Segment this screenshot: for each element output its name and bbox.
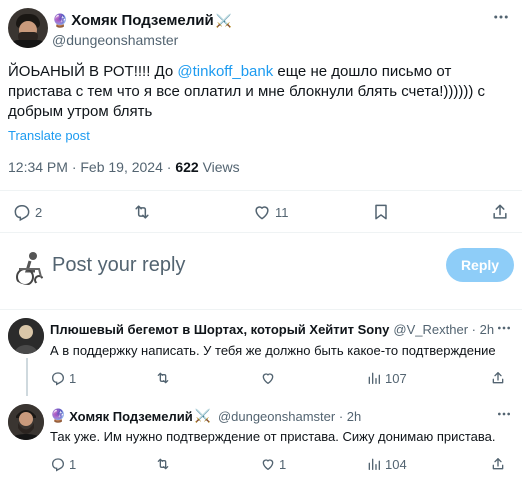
comment-like-button[interactable]: 1 (260, 456, 286, 472)
crystal-ball-emoji: 🔮 (50, 408, 67, 423)
crossed-swords-emoji: ⚔️ (215, 12, 232, 28)
my-avatar (8, 246, 48, 286)
bookmark-button[interactable] (371, 202, 391, 222)
comment-share-button[interactable] (490, 456, 506, 472)
share-icon (493, 204, 507, 219)
reply-count: 2 (35, 204, 43, 220)
share-icon (492, 372, 504, 384)
comment-views-button[interactable]: 104 (366, 456, 407, 472)
comment-reply-button[interactable]: 1 (50, 456, 76, 472)
comment-repost-button[interactable] (155, 456, 171, 472)
comment-author-row[interactable]: 🔮 Хомяк Подземелий ⚔️ @dungeonshamster ·… (50, 408, 361, 424)
comment-author-handle[interactable]: @V_Rexther · 2h (393, 322, 494, 337)
author-name-row[interactable]: 🔮 Хомяк Подземелий ⚔️ (52, 12, 235, 29)
comment-2[interactable]: 🔮 Хомяк Подземелий ⚔️ @dungeonshamster ·… (0, 398, 522, 488)
author-name[interactable]: Хомяк Подземелий (71, 12, 214, 29)
comment-reply-count: 1 (69, 456, 77, 472)
comment-author-row[interactable]: Плюшевый бегемот в Шортах, который Хейти… (50, 322, 494, 337)
tweet-time[interactable]: 12:34 PM · Feb 19, 2024 (8, 159, 163, 175)
reply-icon (14, 205, 30, 222)
translate-link[interactable]: Translate post (8, 128, 90, 143)
reply-input[interactable]: Post your reply (52, 254, 185, 277)
share-button[interactable] (490, 202, 510, 222)
views-count: 622 (175, 159, 199, 175)
reply-icon (52, 372, 65, 386)
divider (0, 190, 522, 191)
like-icon (262, 373, 274, 384)
comment-1[interactable]: Плюшевый бегемот в Шортах, который Хейти… (0, 310, 522, 397)
share-icon (492, 458, 504, 470)
repost-icon (157, 458, 169, 470)
reply-icon (52, 458, 65, 472)
comment-author-name[interactable]: Хомяк Подземелий (69, 409, 193, 424)
like-icon (255, 206, 269, 220)
bookmark-icon (375, 204, 387, 220)
author-avatar[interactable] (8, 8, 48, 48)
tweet-meta: 12:34 PM · Feb 19, 2024 · 622 Views (8, 159, 240, 175)
more-icon[interactable] (496, 320, 512, 339)
comment-views-count: 104 (385, 456, 407, 472)
views-icon (368, 458, 380, 470)
author-handle[interactable]: @dungeonshamster (52, 32, 178, 48)
repost-icon (135, 205, 149, 219)
comment-like-button[interactable] (260, 370, 279, 386)
repost-icon (157, 372, 169, 384)
mention-link[interactable]: @tinkoff_bank (177, 63, 273, 80)
reply-submit-button[interactable]: Reply (446, 248, 514, 282)
commenter-avatar[interactable] (8, 318, 44, 354)
comment-like-count: 1 (279, 456, 287, 472)
repost-button[interactable] (132, 202, 152, 222)
tweet-text: ЙОЬАНЫЙ В РОТ!!!! До @tinkoff_bank еще н… (8, 62, 514, 122)
comment-views-count: 107 (385, 370, 407, 386)
commenter-avatar[interactable] (8, 404, 44, 440)
comment-text: А в поддержку написать. У тебя же должно… (50, 343, 496, 358)
views-icon (368, 372, 380, 384)
more-icon[interactable] (496, 406, 512, 425)
reply-button[interactable]: 2 (12, 202, 42, 222)
crystal-ball-emoji: 🔮 (52, 12, 69, 28)
like-count: 11 (275, 204, 289, 220)
more-icon[interactable] (492, 8, 510, 31)
comment-reply-count: 1 (69, 370, 77, 386)
comment-views-button[interactable]: 107 (366, 370, 407, 386)
like-icon (262, 459, 274, 470)
thread-line (26, 358, 28, 396)
comment-share-button[interactable] (490, 370, 506, 386)
views-label: Views (202, 159, 240, 175)
comment-text: Так уже. Им нужно подтверждение от прист… (50, 429, 496, 444)
crossed-swords-emoji: ⚔️ (194, 408, 211, 423)
comment-author-handle[interactable]: @dungeonshamster · 2h (218, 409, 361, 424)
comment-reply-button[interactable]: 1 (50, 370, 76, 386)
comment-repost-button[interactable] (155, 370, 171, 386)
like-button[interactable]: 11 (252, 202, 289, 222)
comment-author-name[interactable]: Плюшевый бегемот в Шортах, который Хейти… (50, 322, 389, 337)
tweet-text-part: ЙОЬАНЫЙ В РОТ!!!! До (8, 63, 178, 80)
reply-composer: Post your reply Reply (0, 232, 522, 300)
